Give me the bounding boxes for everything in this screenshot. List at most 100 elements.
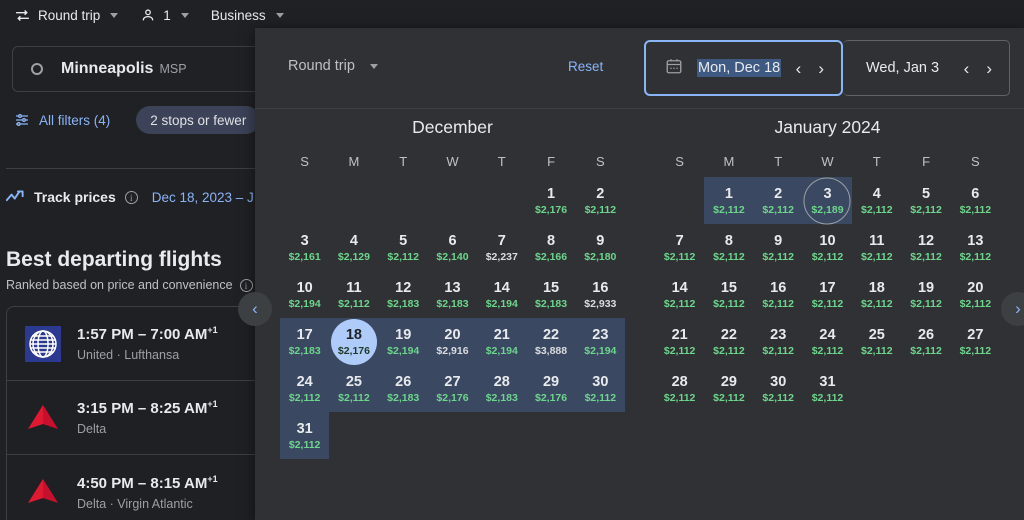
calendar-day-cell[interactable]: 5 $2,112	[379, 224, 428, 271]
calendar-day-cell[interactable]: 20 $2,112	[951, 271, 1000, 318]
calendar-day-cell[interactable]: 13 $2,183	[428, 271, 477, 318]
calendar-day-cell[interactable]: 15 $2,183	[526, 271, 575, 318]
calendar-day-cell[interactable]: 23 $2,112	[754, 318, 803, 365]
chevron-right-icon[interactable]: ›	[818, 60, 824, 77]
calendar-day-cell[interactable]: 1 $2,112	[704, 177, 753, 224]
calendar-day-cell[interactable]: 15 $2,112	[704, 271, 753, 318]
calendar-day-cell[interactable]: 20 $2,916	[428, 318, 477, 365]
calendar-day-cell[interactable]: 31 $2,112	[280, 412, 329, 459]
calendar-day-cell[interactable]: 22 $3,888	[526, 318, 575, 365]
calendar-day-cell[interactable]: 14 $2,194	[477, 271, 526, 318]
calendar-day-cell[interactable]: 25 $2,112	[852, 318, 901, 365]
calendar-day-cell[interactable]: 7 $2,237	[477, 224, 526, 271]
calendar-day-cell[interactable]: 1 $2,176	[526, 177, 575, 224]
day-price: $2,176	[436, 391, 469, 404]
months-container: December SMTWTFS 1 $2,176 2 $2,112 3 $2,161 4 $…	[255, 109, 1024, 520]
calendar-day-cell[interactable]: 30 $2,112	[754, 365, 803, 412]
calendar-day-cell[interactable]: 29 $2,176	[526, 365, 575, 412]
calendar-day-cell[interactable]: 31 $2,112	[803, 365, 852, 412]
day-number: 2	[774, 185, 783, 202]
departure-date-field[interactable]: Mon, Dec 18 ‹ ›	[644, 40, 843, 96]
calendar-day-cell[interactable]: 30 $2,112	[576, 365, 625, 412]
departure-date-value[interactable]: Mon, Dec 18	[697, 59, 782, 77]
info-icon[interactable]: i	[239, 278, 253, 292]
calendar-day-cell[interactable]: 23 $2,194	[576, 318, 625, 365]
calendar-day-cell[interactable]: 13 $2,112	[951, 224, 1000, 271]
calendar-day-cell[interactable]: 3 $2,189	[803, 177, 852, 224]
calendar-day-cell[interactable]: 26 $2,112	[901, 318, 950, 365]
calendar-day-cell[interactable]: 21 $2,112	[655, 318, 704, 365]
calendar-day-cell[interactable]: 6 $2,140	[428, 224, 477, 271]
calendar-day-cell[interactable]: 27 $2,176	[428, 365, 477, 412]
calendar-day-cell[interactable]: 24 $2,112	[803, 318, 852, 365]
calendar-day-cell[interactable]: 12 $2,112	[901, 224, 950, 271]
plus-days-badge: +1	[207, 325, 218, 335]
calendar-day-cell[interactable]: 8 $2,166	[526, 224, 575, 271]
day-price: $2,112	[762, 250, 794, 263]
cabin-class-selector[interactable]: Business	[211, 8, 284, 23]
track-prices-row: Track prices i Dec 18, 2023 – J	[5, 183, 254, 211]
calendar-day-cell[interactable]: 2 $2,112	[754, 177, 803, 224]
calendar-day-cell[interactable]: 22 $2,112	[704, 318, 753, 365]
list-item[interactable]: 4:50 PM – 8:15 AM+1 Delta · Virgin Atlan…	[7, 455, 257, 520]
return-date-value[interactable]: Wed, Jan 3	[866, 60, 939, 76]
day-number: 11	[869, 232, 885, 249]
trip-type-selector[interactable]: Round trip	[14, 7, 119, 24]
calendar-day-cell[interactable]: 10 $2,112	[803, 224, 852, 271]
calendar-day-cell[interactable]: 5 $2,112	[901, 177, 950, 224]
calendar-day-cell[interactable]: 16 $2,933	[576, 271, 625, 318]
calendar-day-cell[interactable]: 7 $2,112	[655, 224, 704, 271]
day-of-week-2: T	[774, 154, 783, 169]
chevron-right-icon[interactable]: ›	[986, 60, 992, 77]
calendar-day-cell[interactable]: 26 $2,183	[379, 365, 428, 412]
calendar-day-cell[interactable]: 21 $2,194	[477, 318, 526, 365]
panel-trip-type-selector[interactable]: Round trip	[288, 58, 378, 74]
collapse-sidebar-button[interactable]: ‹	[238, 292, 272, 326]
return-date-field[interactable]: Wed, Jan 3 ‹ ›	[843, 40, 1010, 96]
calendar-day-cell[interactable]: 11 $2,112	[329, 271, 378, 318]
calendar-day-cell[interactable]: 19 $2,112	[901, 271, 950, 318]
calendar-day-cell[interactable]: 14 $2,112	[655, 271, 704, 318]
flight-airline: Delta	[77, 422, 107, 436]
info-icon[interactable]: i	[124, 190, 138, 204]
calendar-day-cell[interactable]: 28 $2,112	[655, 365, 704, 412]
calendar-day-cell[interactable]: 9 $2,112	[754, 224, 803, 271]
calendar-day-cell[interactable]: 19 $2,194	[379, 318, 428, 365]
flight-search-screen: Round trip 1 Business Minneapolis MSP Al…	[0, 0, 1024, 520]
calendar-day-cell[interactable]: 18 $2,176	[329, 318, 378, 365]
departure-date-nav: ‹ ›	[796, 60, 824, 77]
list-item[interactable]: 3:15 PM – 8:25 AM+1 Delta	[7, 381, 257, 455]
calendar-day-cell[interactable]: 27 $2,112	[951, 318, 1000, 365]
reset-button[interactable]: Reset	[568, 59, 603, 74]
calendar-day-cell[interactable]: 3 $2,161	[280, 224, 329, 271]
calendar-day-cell[interactable]: 12 $2,183	[379, 271, 428, 318]
calendar-day-cell[interactable]: 4 $2,129	[329, 224, 378, 271]
calendar-day-cell[interactable]: 4 $2,112	[852, 177, 901, 224]
day-price: $2,112	[959, 344, 992, 357]
calendar-day-cell[interactable]: 8 $2,112	[704, 224, 753, 271]
calendar-day-cell[interactable]: 28 $2,183	[477, 365, 526, 412]
calendar-day-cell[interactable]: 10 $2,194	[280, 271, 329, 318]
calendar-day-cell[interactable]: 25 $2,112	[329, 365, 378, 412]
list-item[interactable]: 1:57 PM – 7:00 AM+1 United · Lufthansa	[7, 307, 257, 381]
calendar-day-cell[interactable]: 2 $2,112	[576, 177, 625, 224]
filters-row: All filters (4) 2 stops or fewer	[14, 106, 261, 134]
filter-chip-stops[interactable]: 2 stops or fewer	[136, 106, 261, 134]
calendar-day-cell[interactable]: 17 $2,112	[803, 271, 852, 318]
calendar-day-cell[interactable]: 24 $2,112	[280, 365, 329, 412]
track-prices-date-range[interactable]: Dec 18, 2023 – J	[152, 190, 254, 205]
calendar-day-cell[interactable]: 18 $2,112	[852, 271, 901, 318]
calendar-day-cell[interactable]: 29 $2,112	[704, 365, 753, 412]
day-price: $2,194	[288, 297, 321, 310]
calendar-day-cell[interactable]: 17 $2,183	[280, 318, 329, 365]
calendar-day-cell[interactable]: 6 $2,112	[951, 177, 1000, 224]
calendar-day-cell[interactable]: 16 $2,112	[754, 271, 803, 318]
all-filters-button[interactable]: All filters (4)	[14, 112, 110, 128]
calendar-day-cell[interactable]: 11 $2,112	[852, 224, 901, 271]
passengers-selector[interactable]: 1	[140, 7, 189, 23]
day-price: $2,112	[387, 250, 419, 263]
chevron-left-icon[interactable]: ‹	[964, 60, 970, 77]
chevron-left-icon[interactable]: ‹	[796, 60, 802, 77]
day-of-week-0: S	[300, 154, 309, 169]
calendar-day-cell[interactable]: 9 $2,180	[576, 224, 625, 271]
